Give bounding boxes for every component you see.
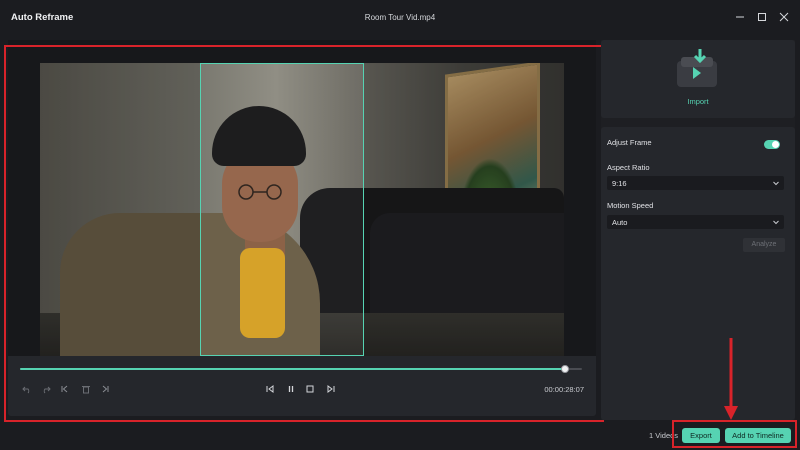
timecode: 00:00:28:07 xyxy=(544,385,584,394)
maximize-icon[interactable] xyxy=(754,9,770,25)
preview-panel: 00:00:28:07 xyxy=(8,40,596,416)
stop-icon[interactable] xyxy=(303,382,317,396)
redo-icon[interactable] xyxy=(39,382,53,396)
delete-icon[interactable] xyxy=(79,382,93,396)
chevron-down-icon xyxy=(773,181,779,186)
chevron-down-icon xyxy=(773,220,779,225)
next-frame-icon[interactable] xyxy=(324,382,338,396)
video-frame[interactable] xyxy=(40,63,564,356)
annotation-arrow xyxy=(724,338,738,420)
motion-speed-value: Auto xyxy=(612,218,628,227)
progress-knob[interactable] xyxy=(561,365,570,373)
import-button[interactable]: Import xyxy=(601,40,795,118)
settings-panel: Adjust Frame Aspect Ratio 9:16 Motion Sp… xyxy=(601,127,795,420)
aspect-ratio-select[interactable]: 9:16 xyxy=(607,176,784,190)
undo-icon[interactable] xyxy=(20,382,34,396)
motion-speed-label: Motion Speed xyxy=(607,201,654,210)
progress-bar[interactable] xyxy=(20,365,582,373)
aspect-ratio-value: 9:16 xyxy=(612,179,627,188)
mark-out-icon[interactable] xyxy=(98,382,112,396)
minimize-icon[interactable] xyxy=(732,9,748,25)
export-button[interactable]: Export xyxy=(682,428,720,443)
videos-count: 1 Videos xyxy=(649,431,679,440)
progress-fill xyxy=(20,368,566,370)
reframe-crop-box[interactable] xyxy=(200,63,364,356)
import-label: Import xyxy=(687,97,709,106)
adjust-frame-toggle[interactable] xyxy=(764,140,780,149)
add-to-timeline-button[interactable]: Add to Timeline xyxy=(725,428,791,443)
title-bar: Auto Reframe Room Tour Vid.mp4 xyxy=(0,0,800,36)
video-stage xyxy=(8,40,596,356)
sidebar: Import Adjust Frame Aspect Ratio 9:16 Mo… xyxy=(601,40,795,420)
mark-in-icon[interactable] xyxy=(58,382,72,396)
pause-icon[interactable] xyxy=(284,382,298,396)
prev-frame-icon[interactable] xyxy=(263,382,277,396)
motion-speed-select[interactable]: Auto xyxy=(607,215,784,229)
adjust-frame-label: Adjust Frame xyxy=(607,138,652,147)
aspect-ratio-label: Aspect Ratio xyxy=(607,163,650,172)
import-icon xyxy=(677,49,717,87)
close-icon[interactable] xyxy=(776,9,792,25)
analyze-button[interactable]: Analyze xyxy=(743,238,785,252)
file-title: Room Tour Vid.mp4 xyxy=(364,13,436,22)
